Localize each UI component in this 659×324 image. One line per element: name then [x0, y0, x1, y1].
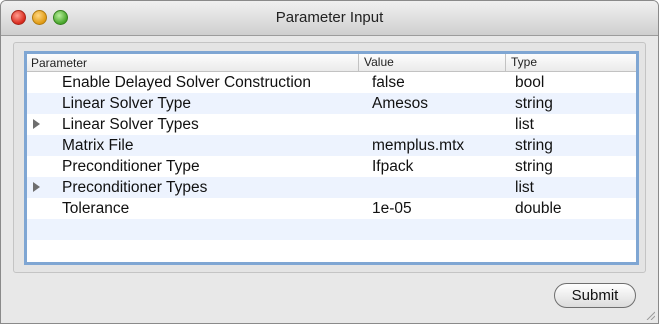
parameter-type-cell: list — [515, 116, 534, 133]
window-title: Parameter Input — [275, 9, 384, 26]
parameter-type-cell: string — [515, 95, 553, 112]
parameter-name-cell: Linear Solver Type — [62, 95, 191, 112]
parameter-type-cell: string — [515, 158, 553, 175]
parameter-value-cell[interactable]: Ifpack — [372, 158, 413, 176]
column-header-value[interactable]: Value — [358, 54, 496, 71]
parameter-type-cell: double — [515, 200, 562, 217]
empty-table-row — [27, 240, 636, 261]
table-row[interactable]: Preconditioner Types list — [27, 177, 636, 198]
parameter-type-cell: string — [515, 137, 553, 154]
table-row[interactable]: Matrix File memplus.mtx string — [27, 135, 636, 156]
parameter-name-cell: Matrix File — [62, 137, 134, 154]
parameter-panel: Parameter Value Type Enable Delayed Solv… — [13, 42, 646, 273]
parameter-value-cell[interactable]: false — [372, 74, 405, 92]
table-row[interactable]: Linear Solver Type Amesos string — [27, 93, 636, 114]
table-row[interactable]: Linear Solver Types list — [27, 114, 636, 135]
parameter-value-cell[interactable]: Amesos — [372, 95, 428, 113]
parameter-table[interactable]: Parameter Value Type Enable Delayed Solv… — [24, 51, 639, 265]
parameter-name-cell: Tolerance — [62, 200, 130, 217]
parameter-name-cell: Linear Solver Types — [62, 116, 199, 133]
parameter-input-window: Parameter Input Parameter Value Type Ena… — [0, 0, 659, 324]
empty-table-row — [27, 219, 636, 240]
table-header: Parameter Value Type — [27, 54, 636, 72]
table-row[interactable]: Tolerance 1e-05 double — [27, 198, 636, 219]
disclosure-triangle-icon[interactable] — [33, 182, 40, 192]
table-row[interactable]: Enable Delayed Solver Construction false b… — [27, 72, 636, 93]
parameter-type-cell: bool — [515, 74, 545, 91]
column-header-parameter[interactable]: Parameter — [31, 56, 87, 70]
parameter-value-cell[interactable]: 1e-05 — [372, 200, 412, 218]
title-bar: Parameter Input — [1, 1, 658, 36]
parameter-type-cell: list — [515, 179, 534, 196]
submit-button[interactable]: Submit — [554, 283, 636, 308]
parameter-name-cell: Preconditioner Type — [62, 158, 200, 175]
parameter-name-cell: Enable Delayed Solver Construction — [62, 74, 311, 91]
parameter-value-cell[interactable]: memplus.mtx — [372, 137, 464, 155]
table-row[interactable]: Preconditioner Type Ifpack string — [27, 156, 636, 177]
resize-grip-icon[interactable] — [645, 310, 655, 320]
disclosure-triangle-icon[interactable] — [33, 119, 40, 129]
parameter-name-cell: Preconditioner Types — [62, 179, 208, 196]
column-header-type[interactable]: Type — [505, 54, 636, 71]
